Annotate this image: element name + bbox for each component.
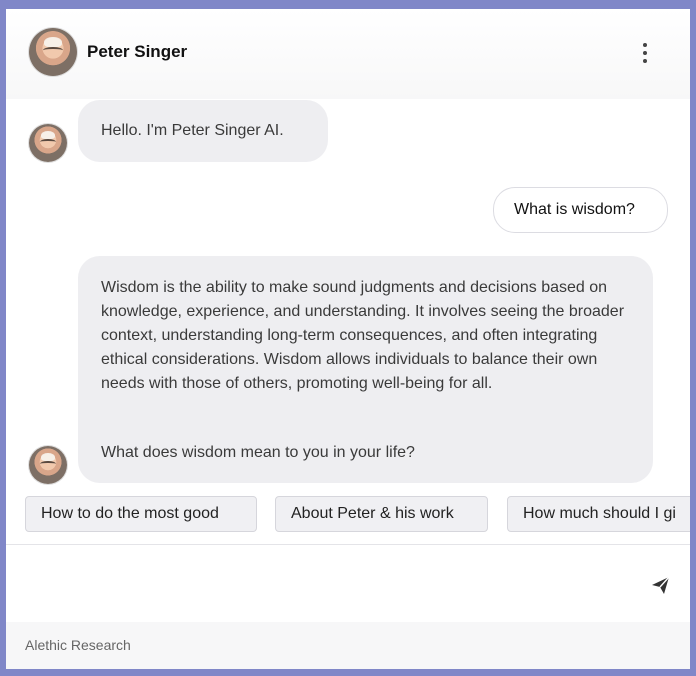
message-paragraph: Wisdom is the ability to make sound judg… bbox=[101, 279, 625, 392]
suggestion-chip[interactable]: How much should I gi bbox=[507, 496, 690, 532]
bot-name: Peter Singer bbox=[87, 42, 188, 61]
suggestion-chips: How to do the most good About Peter & hi… bbox=[6, 496, 690, 536]
message-text: Hello. I'm Peter Singer AI. bbox=[101, 122, 284, 139]
send-icon[interactable] bbox=[646, 571, 674, 599]
message-avatar bbox=[29, 446, 67, 484]
message-avatar bbox=[29, 124, 67, 162]
footer: Alethic Research bbox=[6, 622, 690, 669]
chat-window: Peter Singer Hello. I'm Peter Singer AI.… bbox=[6, 9, 690, 669]
assistant-message: Hello. I'm Peter Singer AI. bbox=[78, 100, 328, 162]
message-text: What is wisdom? bbox=[514, 201, 635, 218]
message-input[interactable] bbox=[24, 563, 628, 601]
composer bbox=[6, 545, 690, 622]
profile-avatar bbox=[29, 28, 77, 76]
message-paragraph: What does wisdom mean to you in your lif… bbox=[101, 444, 415, 461]
user-message: What is wisdom? bbox=[493, 187, 668, 233]
assistant-message: Wisdom is the ability to make sound judg… bbox=[78, 256, 653, 483]
suggestion-chip[interactable]: How to do the most good bbox=[25, 496, 257, 532]
suggestion-chip[interactable]: About Peter & his work bbox=[275, 496, 488, 532]
chat-header: Peter Singer bbox=[6, 9, 690, 99]
footer-text: Alethic Research bbox=[25, 637, 131, 653]
more-vertical-icon[interactable] bbox=[633, 41, 657, 65]
